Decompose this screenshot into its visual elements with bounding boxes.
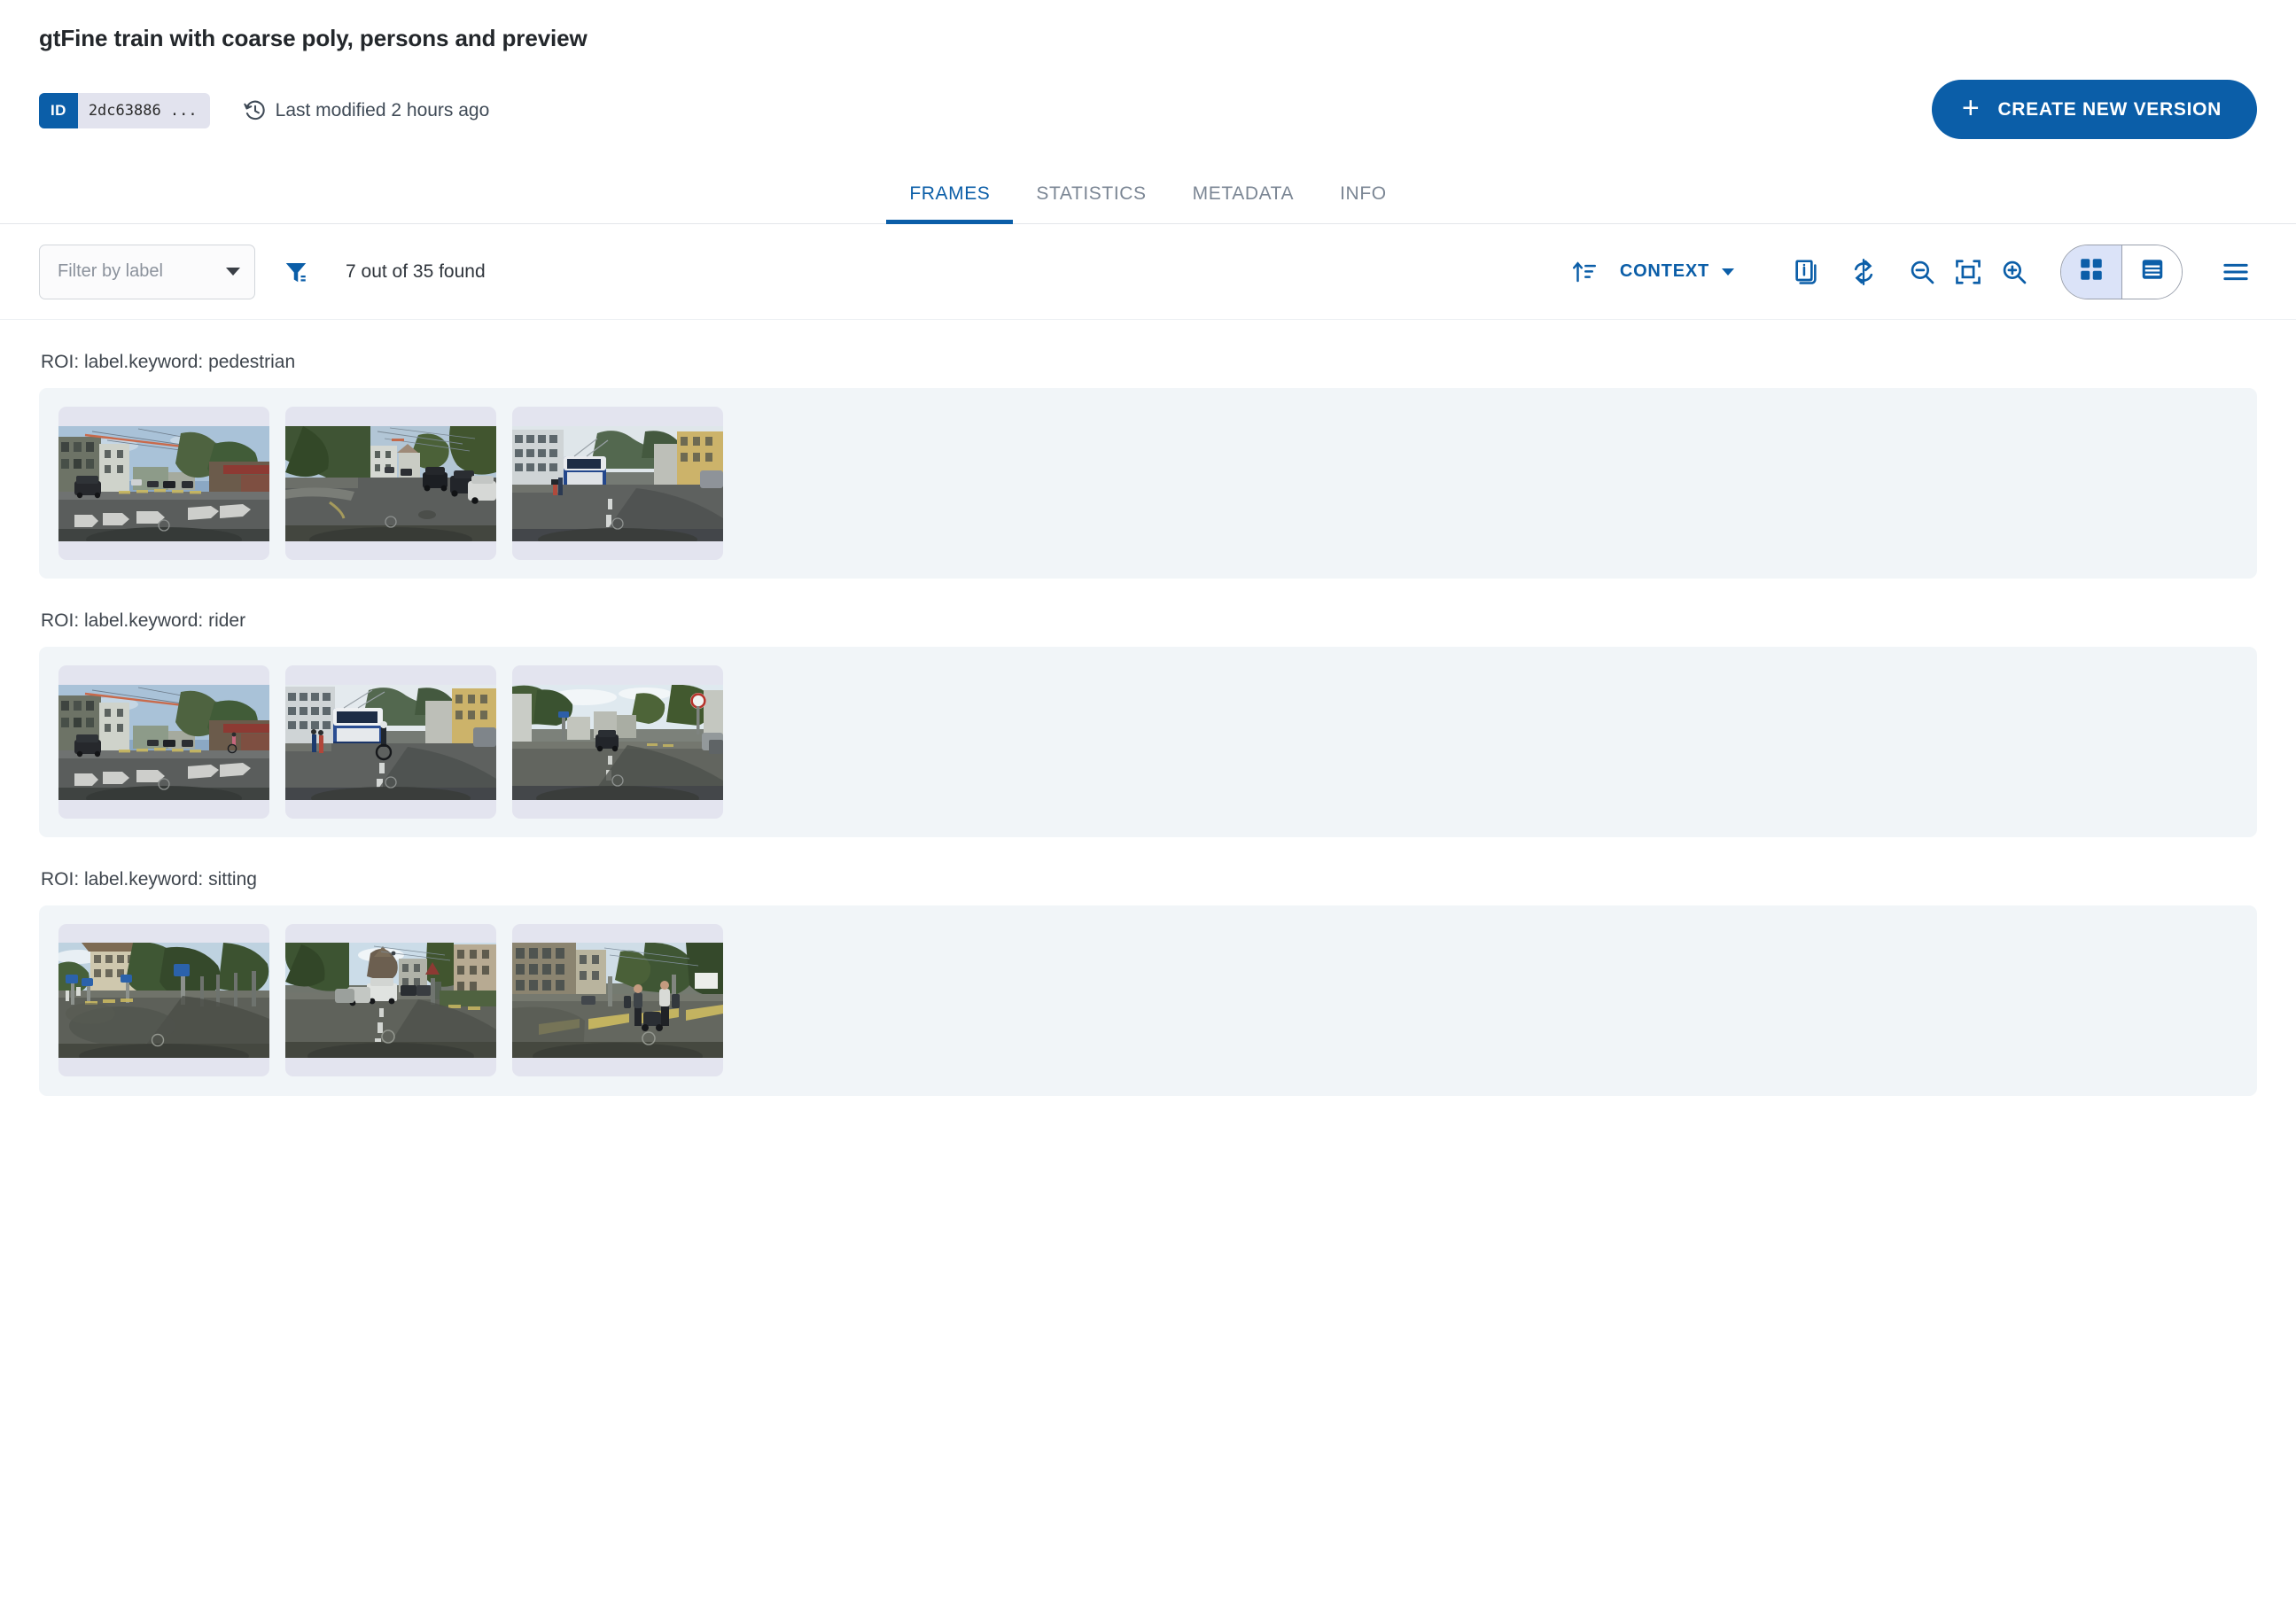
frames-toolbar: Filter by label 7 out of 35 found CONTEX… (0, 224, 2296, 320)
group-panel (39, 647, 2257, 837)
group-panel (39, 388, 2257, 579)
frame-thumbnail (285, 943, 496, 1058)
create-new-version-label: CREATE NEW VERSION (1997, 99, 2222, 120)
frame-sitting-2[interactable] (285, 924, 496, 1076)
toolbar-right-actions: CONTEXT (1561, 245, 2259, 299)
frame-thumbnail (285, 685, 496, 800)
create-new-version-button[interactable]: + CREATE NEW VERSION (1932, 80, 2257, 139)
frame-rider-3[interactable] (512, 665, 723, 819)
last-modified: Last modified 2 hours ago (244, 99, 490, 122)
frame-thumbnail (512, 943, 723, 1058)
roi-group-rider: ROI: label.keyword: rider (39, 610, 2257, 837)
chevron-down-icon (1722, 268, 1734, 276)
list-view-button[interactable] (2121, 245, 2182, 299)
frames-content: ROI: label.keyword: pedestrian (0, 352, 2296, 1096)
chevron-down-icon (226, 268, 240, 276)
group-label: ROI: label.keyword: pedestrian (39, 352, 2257, 373)
frame-thumbnail (58, 426, 269, 541)
results-count: 7 out of 35 found (346, 261, 486, 283)
tab-info[interactable]: INFO (1317, 166, 1410, 224)
filter-by-label-select[interactable]: Filter by label (39, 245, 255, 299)
group-label: ROI: label.keyword: rider (39, 610, 2257, 632)
context-dropdown[interactable]: CONTEXT (1616, 261, 1738, 282)
id-badge-label: ID (39, 93, 78, 128)
tab-frames[interactable]: FRAMES (886, 166, 1013, 224)
frame-thumbnail (512, 685, 723, 800)
frame-pedestrian-3[interactable] (512, 407, 723, 560)
page-header: gtFine train with coarse poly, persons a… (0, 0, 2296, 134)
frame-thumbnail (58, 685, 269, 800)
id-badge-value: 2dc63886 ... (78, 93, 210, 128)
frame-sitting-1[interactable] (58, 924, 269, 1076)
tab-bar: FRAMES STATISTICS METADATA INFO (0, 166, 2296, 224)
group-label: ROI: label.keyword: sitting (39, 869, 2257, 890)
sort-ascending-icon[interactable] (1561, 249, 1607, 295)
frame-rider-2[interactable] (285, 665, 496, 819)
zoom-out-icon[interactable] (1899, 249, 1945, 295)
group-panel (39, 905, 2257, 1096)
info-pages-icon[interactable] (1782, 249, 1828, 295)
frame-thumbnail (285, 426, 496, 541)
plus-icon: + (1962, 93, 1981, 123)
fit-to-frame-icon[interactable] (1945, 249, 1991, 295)
last-modified-text: Last modified 2 hours ago (276, 100, 490, 121)
zoom-in-icon[interactable] (1991, 249, 2037, 295)
dataset-id-badge[interactable]: ID 2dc63886 ... (39, 93, 210, 128)
tab-statistics[interactable]: STATISTICS (1013, 166, 1169, 224)
tab-metadata[interactable]: METADATA (1170, 166, 1317, 224)
context-label: CONTEXT (1620, 261, 1709, 282)
filter-funnel-icon[interactable] (276, 252, 315, 291)
view-mode-toggle (2060, 245, 2183, 299)
filter-by-label-placeholder: Filter by label (58, 261, 226, 282)
roi-group-sitting: ROI: label.keyword: sitting (39, 869, 2257, 1096)
grid-view-button[interactable] (2061, 245, 2121, 299)
meta-row: ID 2dc63886 ... Last modified 2 hours ag… (39, 88, 2257, 134)
frame-thumbnail (512, 426, 723, 541)
hamburger-menu-icon[interactable] (2213, 249, 2259, 295)
history-clock-icon (244, 99, 267, 122)
frame-pedestrian-2[interactable] (285, 407, 496, 560)
frame-pedestrian-1[interactable] (58, 407, 269, 560)
frame-thumbnail (58, 943, 269, 1058)
frame-sitting-3[interactable] (512, 924, 723, 1076)
page-title: gtFine train with coarse poly, persons a… (39, 25, 2257, 52)
frame-rider-1[interactable] (58, 665, 269, 819)
roi-group-pedestrian: ROI: label.keyword: pedestrian (39, 352, 2257, 579)
grid-view-icon (2078, 256, 2105, 287)
list-view-icon (2139, 256, 2166, 287)
refresh-icon[interactable] (1841, 249, 1887, 295)
